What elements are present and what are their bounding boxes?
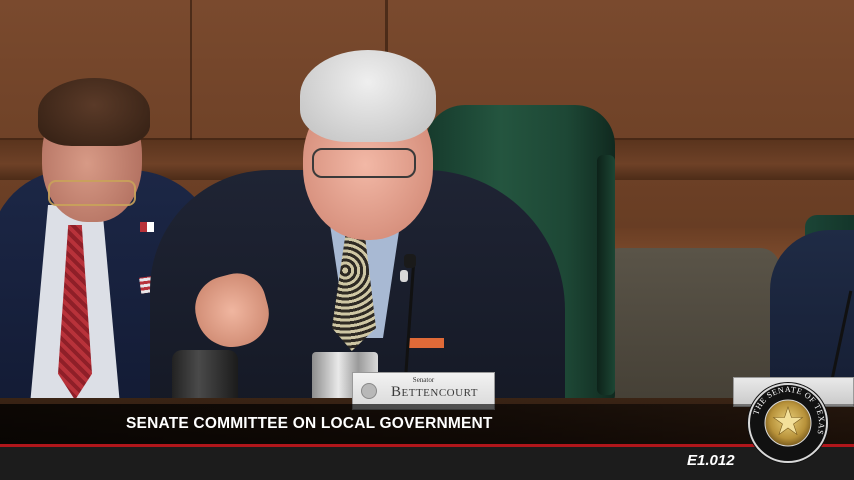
lower-third-banner: SENATE COMMITTEE ON LOCAL GOVERNMENT [0,404,854,444]
senator-pocket-square [408,338,444,348]
committee-title: SENATE COMMITTEE ON LOCAL GOVERNMENT [126,415,493,432]
senator-hair [300,50,436,142]
lapel-pin-icon [400,270,408,282]
black-tumbler [172,350,238,402]
left-person-hair [38,78,150,146]
nameplate-name: Bettencourt [391,384,478,400]
nameplate-seal-icon [361,383,377,399]
video-frame: Senator Bettencourt SENATE COMMITTEE ON … [0,0,854,480]
microphone-icon [404,254,416,268]
nameplate-title: Senator [412,376,435,384]
left-person-glasses [48,180,136,206]
senator-glasses [312,148,416,178]
bottom-bar: E1.012 [0,447,854,480]
wall-panel-seam [190,0,192,140]
flag-pin-icon [140,222,154,232]
texas-senate-seal-icon: THE SENATE OF TEXAS [747,382,829,464]
event-code: E1.012 [687,452,735,469]
